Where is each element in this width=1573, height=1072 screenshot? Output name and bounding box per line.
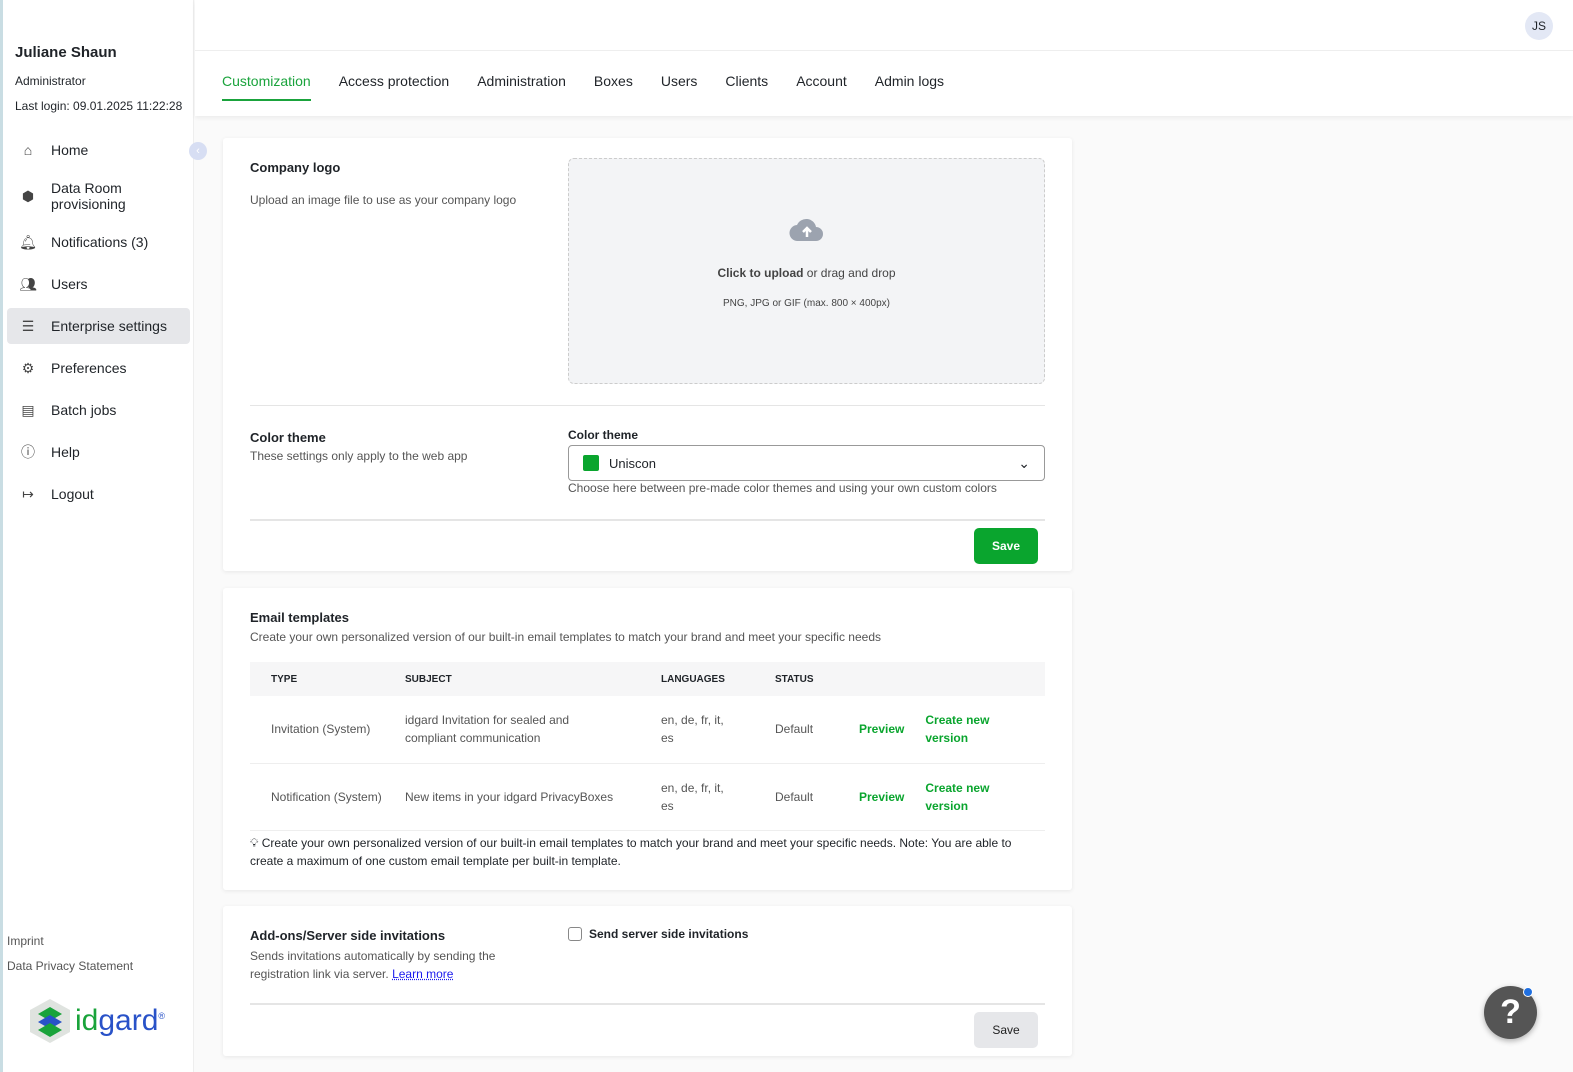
tab-clients[interactable]: Clients — [725, 73, 768, 101]
sidebar-item-logout[interactable]: ↦ Logout — [7, 476, 190, 512]
save-button[interactable]: Save — [974, 528, 1038, 564]
server-invitations-checkbox[interactable] — [568, 927, 582, 941]
tab-boxes[interactable]: Boxes — [594, 73, 633, 101]
color-theme-desc: These settings only apply to the web app — [250, 449, 468, 463]
email-templates-desc: Create your own personalized version of … — [250, 630, 881, 644]
tab-access-protection[interactable]: Access protection — [339, 73, 450, 101]
avatar[interactable]: JS — [1525, 12, 1553, 40]
company-logo-title: Company logo — [250, 160, 341, 175]
theme-swatch — [583, 455, 599, 471]
sidebar-item-data-room[interactable]: ⬢ Data Room provisioning — [7, 174, 190, 218]
color-theme-value: Uniscon — [609, 455, 656, 471]
gear-icon: ⚙ — [21, 359, 35, 376]
logo-upload-dropzone[interactable]: Click to upload or drag and drop PNG, JP… — [568, 158, 1045, 384]
sidebar-item-label: Logout — [51, 486, 94, 502]
sidebar-item-enterprise-settings[interactable]: ☰ Enterprise settings — [7, 308, 190, 344]
home-icon: ⌂ — [23, 142, 33, 158]
logout-icon: ↦ — [22, 485, 34, 502]
chevron-down-icon: ⌄ — [1018, 454, 1030, 471]
sidebar-item-users[interactable]: 👥︎ Users — [7, 266, 190, 302]
sidebar-item-label: Users — [51, 276, 88, 292]
info-icon: ⓘ — [21, 444, 35, 460]
create-new-version-link[interactable]: Create new version — [904, 696, 1045, 764]
privacy-link[interactable]: Data Privacy Statement — [7, 959, 133, 973]
template-languages: en, de, fr, it, es — [640, 696, 754, 764]
template-status: Default — [754, 763, 838, 831]
bell-icon: 🔔︎ — [19, 233, 37, 250]
collapse-sidebar-button[interactable]: ‹ — [189, 142, 207, 160]
email-templates-table: TYPE SUBJECT LANGUAGES STATUS Invitation (S… — [250, 662, 1045, 831]
server-icon: ▤ — [21, 401, 35, 418]
customization-card: Company logo Upload an image file to use… — [223, 138, 1072, 571]
addons-title: Add-ons/Server side invitations — [250, 928, 446, 943]
upload-formats: PNG, JPG or GIF (max. 800 × 400px) — [722, 298, 890, 309]
sliders-icon: ☰ — [21, 317, 35, 334]
idgard-logo-icon — [30, 999, 70, 1043]
tab-customization[interactable]: Customization — [222, 73, 311, 101]
sidebar-item-label: Home — [51, 142, 89, 158]
column-header: STATUS — [754, 662, 838, 696]
email-templates-card: Email templates Create your own personal… — [223, 588, 1072, 890]
tab-account[interactable]: Account — [796, 73, 847, 101]
last-login: Last login: 09.01.2025 11:22:28 — [15, 99, 183, 113]
template-type: Invitation (System) — [250, 696, 384, 764]
lightbulb-icon: 💡︎ — [250, 836, 262, 850]
sidebar-item-label: Data Room provisioning — [51, 180, 126, 212]
tab-users[interactable]: Users — [661, 73, 698, 101]
user-name: Juliane Shaun — [15, 44, 117, 61]
preview-link[interactable]: Preview — [838, 763, 905, 831]
sidebar-item-label: Help — [51, 444, 80, 460]
color-theme-hint: Choose here between pre-made color theme… — [568, 481, 997, 495]
tab-administration[interactable]: Administration — [477, 73, 566, 101]
sidebar-item-help[interactable]: ⓘ Help — [7, 434, 190, 470]
settings-tabs: Customization Access protection Administ… — [222, 73, 944, 101]
create-new-version-link[interactable]: Create new version — [904, 763, 1045, 831]
color-theme-label: Color theme — [568, 428, 639, 442]
tab-admin-logs[interactable]: Admin logs — [875, 73, 944, 101]
addons-card: Add-ons/Server side invitations Sends in… — [223, 906, 1072, 1056]
user-role: Administrator — [15, 74, 86, 88]
template-type: Notification (System) — [250, 763, 384, 831]
email-templates-title: Email templates — [250, 610, 349, 625]
template-status: Default — [754, 696, 838, 764]
sidebar-item-preferences[interactable]: ⚙ Preferences — [7, 350, 190, 386]
notification-dot — [1523, 987, 1533, 997]
preview-link[interactable]: Preview — [838, 696, 905, 764]
upload-hint: or drag and drop — [803, 266, 896, 280]
template-subject: idgard Invitation for sealed and complia… — [384, 696, 640, 764]
column-header: TYPE — [250, 662, 384, 696]
idgard-logo: idgard® — [29, 998, 165, 1044]
imprint-link[interactable]: Imprint — [7, 934, 44, 948]
color-theme-select[interactable]: Uniscon ⌄ — [568, 445, 1045, 481]
click-to-upload[interactable]: Click to upload — [717, 266, 803, 280]
server-invitations-label: Send server side invitations — [589, 927, 749, 941]
column-header: SUBJECT — [384, 662, 640, 696]
sidebar: Juliane Shaun Administrator Last login: … — [0, 0, 207, 1072]
company-logo-desc: Upload an image file to use as your comp… — [250, 193, 517, 207]
question-icon: ? — [1500, 993, 1521, 1031]
learn-more-link[interactable]: Learn more — [392, 967, 453, 981]
sidebar-item-label: Enterprise settings — [51, 318, 167, 334]
column-header: LANGUAGES — [640, 662, 754, 696]
sidebar-item-batch-jobs[interactable]: ▤ Batch jobs — [7, 392, 190, 428]
cloud-upload-icon — [788, 218, 823, 242]
cube-icon: ⬢ — [21, 187, 35, 204]
template-languages: en, de, fr, it, es — [640, 763, 754, 831]
addons-save-button[interactable]: Save — [974, 1012, 1038, 1048]
sidebar-item-label: Batch jobs — [51, 402, 117, 418]
color-theme-title: Color theme — [250, 430, 326, 445]
top-bar: JS Customization Access protection Admin… — [195, 0, 1573, 116]
sidebar-item-notifications[interactable]: 🔔︎ Notifications (3) — [7, 224, 190, 260]
addons-desc: Sends invitations automatically by sendi… — [250, 949, 496, 981]
users-icon: 👥︎ — [19, 275, 37, 292]
table-row: Notification (System) New items in your … — [250, 763, 1045, 831]
sidebar-item-home[interactable]: ⌂ Home — [7, 132, 190, 168]
email-note: Create your own personalized version of … — [250, 836, 1012, 868]
template-subject: New items in your idgard PrivacyBoxes — [384, 763, 640, 831]
sidebar-nav: ⌂ Home ⬢ Data Room provisioning 🔔︎ Notifica… — [7, 132, 190, 518]
sidebar-item-label: Preferences — [51, 360, 127, 376]
table-row: Invitation (System) idgard Invitation fo… — [250, 696, 1045, 764]
sidebar-item-label: Notifications (3) — [51, 234, 149, 250]
